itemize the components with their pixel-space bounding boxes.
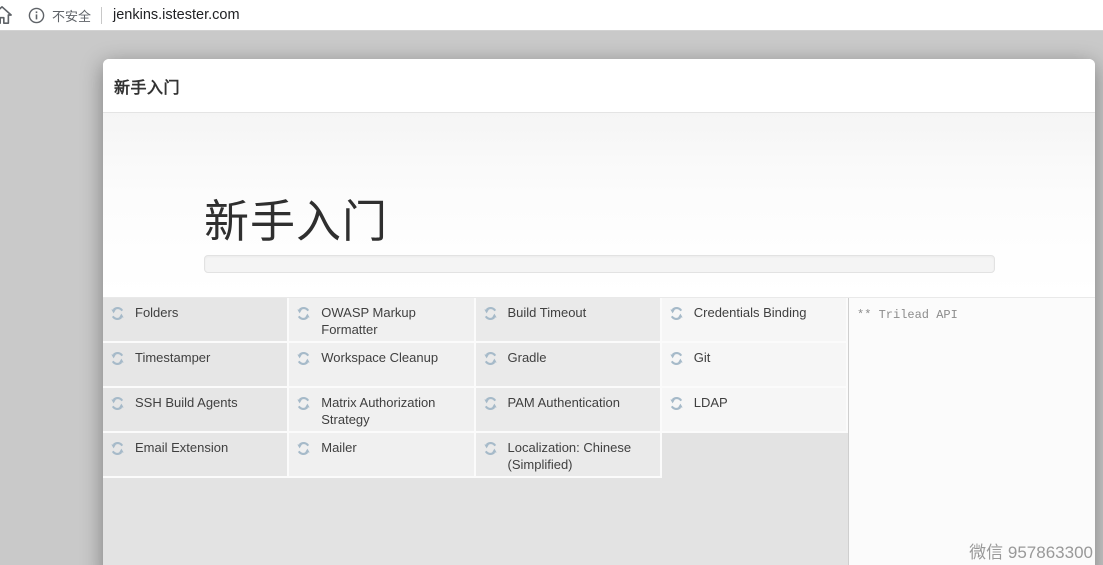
plugin-label: Credentials Binding [694,305,807,322]
plugin-grid: Folders OWASP Markup Formatter Build Tim… [103,298,848,478]
plugin-label: Workspace Cleanup [321,350,438,367]
install-progress-bar [204,255,995,273]
plugin-label: Folders [135,305,178,322]
installing-spinner-icon [483,396,498,411]
installing-spinner-icon [110,396,125,411]
plugin-cell: LDAP [662,388,848,433]
installing-spinner-icon [483,441,498,456]
setup-wizard-modal: 新手入门 新手入门 Folders OWASP Markup Formatter [103,59,1095,565]
plugin-label: LDAP [694,395,728,412]
installing-spinner-icon [669,306,684,321]
plugin-label: OWASP Markup Formatter [321,305,467,338]
watermark-text: 微信 957863300 [969,538,1093,563]
installing-spinner-icon [110,306,125,321]
plugin-grid-panel: Folders OWASP Markup Formatter Build Tim… [103,298,848,565]
installing-spinner-icon [296,351,311,366]
plugin-cell: Gradle [476,343,662,388]
installing-spinner-icon [669,351,684,366]
plugin-label: Git [694,350,711,367]
modal-title: 新手入门 [114,74,180,98]
installing-spinner-icon [110,441,125,456]
getting-started-hero: 新手入门 [103,113,1095,297]
install-console[interactable]: ** Trilead API [848,298,1095,565]
installing-spinner-icon [669,396,684,411]
installing-spinner-icon [483,351,498,366]
hero-title: 新手入门 [204,185,388,250]
plugin-cell: Folders [103,298,289,343]
installing-spinner-icon [296,306,311,321]
urlbar-separator [101,7,102,24]
plugin-cell: Build Timeout [476,298,662,343]
installing-spinner-icon [110,351,125,366]
plugin-cell: Credentials Binding [662,298,848,343]
installing-spinner-icon [296,441,311,456]
plugin-cell: Timestamper [103,343,289,388]
security-label[interactable]: 不安全 [52,6,91,25]
modal-header: 新手入门 [103,59,1095,113]
browser-address-bar[interactable]: 不安全 jenkins.istester.com [0,0,1103,31]
plugin-label: Gradle [508,350,547,367]
plugin-label: SSH Build Agents [135,395,238,412]
console-line: ** Trilead API [857,308,1087,323]
plugin-label: Mailer [321,440,356,457]
plugin-cell: Localization: Chinese (Simplified) [476,433,662,478]
plugin-cell: Email Extension [103,433,289,478]
plugin-cell: Workspace Cleanup [289,343,475,388]
plugin-cell: Git [662,343,848,388]
plugin-label: Localization: Chinese (Simplified) [508,440,654,473]
plugin-cell: OWASP Markup Formatter [289,298,475,343]
url-text[interactable]: jenkins.istester.com [113,7,240,23]
plugin-cell: SSH Build Agents [103,388,289,433]
plugin-label: Build Timeout [508,305,587,322]
info-icon[interactable] [28,7,45,24]
install-panel: Folders OWASP Markup Formatter Build Tim… [103,297,1095,565]
installing-spinner-icon [296,396,311,411]
installing-spinner-icon [483,306,498,321]
plugin-label: Email Extension [135,440,228,457]
plugin-label: PAM Authentication [508,395,621,412]
plugin-label: Timestamper [135,350,210,367]
plugin-label: Matrix Authorization Strategy [321,395,467,428]
home-icon[interactable] [0,5,14,25]
plugin-cell: PAM Authentication [476,388,662,433]
plugin-cell: Matrix Authorization Strategy [289,388,475,433]
plugin-cell: Mailer [289,433,475,478]
